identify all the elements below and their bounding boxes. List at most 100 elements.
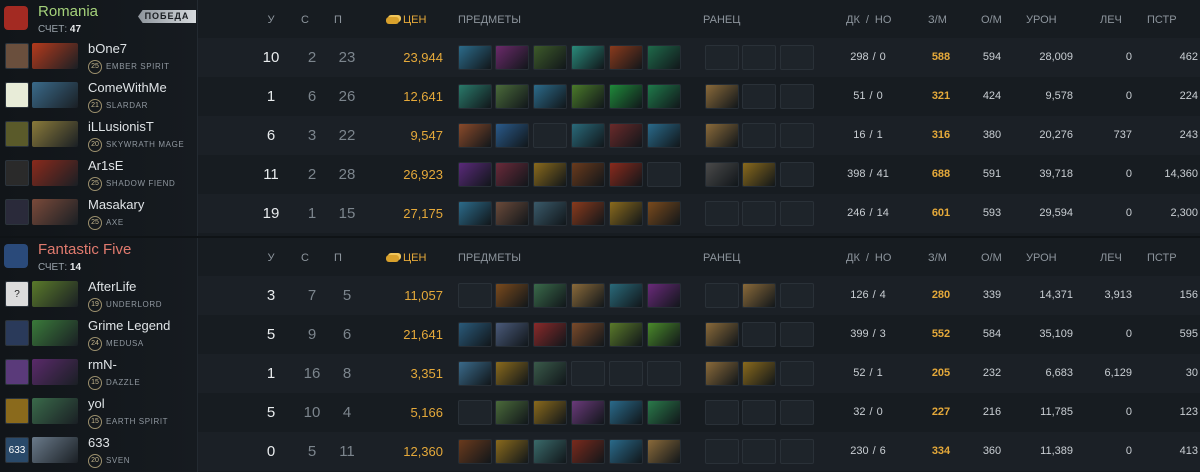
item-icon[interactable] — [647, 439, 681, 464]
item-icon[interactable] — [495, 201, 529, 226]
item-icon[interactable] — [458, 361, 492, 386]
item-icon[interactable] — [495, 439, 529, 464]
empty-backpack-slot[interactable] — [705, 439, 739, 464]
empty-backpack-slot[interactable] — [742, 439, 776, 464]
empty-item-slot[interactable] — [571, 361, 605, 386]
item-icon[interactable] — [609, 201, 643, 226]
item-icon[interactable] — [571, 439, 605, 464]
empty-backpack-slot[interactable] — [742, 123, 776, 148]
item-icon[interactable] — [571, 84, 605, 109]
player-name[interactable]: Ar1sE — [88, 158, 123, 173]
item-icon[interactable] — [495, 45, 529, 70]
item-icon[interactable] — [533, 322, 567, 347]
item-icon[interactable] — [609, 322, 643, 347]
item-icon[interactable] — [495, 361, 529, 386]
player-row[interactable]: Grime Legend 24 MEDUSA — [0, 315, 198, 354]
empty-item-slot[interactable] — [458, 283, 492, 308]
item-icon[interactable] — [458, 322, 492, 347]
item-icon[interactable] — [571, 45, 605, 70]
backpack-item-icon[interactable] — [742, 361, 776, 386]
item-icon[interactable] — [647, 400, 681, 425]
empty-item-slot[interactable] — [533, 123, 567, 148]
item-icon[interactable] — [647, 45, 681, 70]
player-name[interactable]: rmN- — [88, 357, 117, 372]
item-icon[interactable] — [533, 400, 567, 425]
item-icon[interactable] — [495, 123, 529, 148]
item-icon[interactable] — [647, 84, 681, 109]
empty-backpack-slot[interactable] — [742, 84, 776, 109]
player-row[interactable]: rmN- 15 DAZZLE — [0, 354, 198, 393]
player-name[interactable]: 633 — [88, 435, 110, 450]
empty-backpack-slot[interactable] — [780, 201, 814, 226]
player-avatar[interactable] — [5, 121, 29, 147]
item-icon[interactable] — [458, 123, 492, 148]
empty-backpack-slot[interactable] — [705, 201, 739, 226]
item-icon[interactable] — [609, 84, 643, 109]
item-icon[interactable] — [533, 84, 567, 109]
item-icon[interactable] — [533, 201, 567, 226]
item-icon[interactable] — [533, 45, 567, 70]
player-row[interactable]: 633 633 20 SVEN — [0, 432, 198, 471]
backpack-item-icon[interactable] — [705, 361, 739, 386]
empty-backpack-slot[interactable] — [780, 162, 814, 187]
item-icon[interactable] — [647, 283, 681, 308]
item-icon[interactable] — [609, 162, 643, 187]
empty-backpack-slot[interactable] — [780, 283, 814, 308]
player-avatar[interactable]: 633 — [5, 437, 29, 463]
backpack-item-icon[interactable] — [742, 283, 776, 308]
player-name[interactable]: Grime Legend — [88, 318, 170, 333]
player-row[interactable]: yol 15 EARTH SPIRIT — [0, 393, 198, 432]
empty-item-slot[interactable] — [458, 400, 492, 425]
empty-backpack-slot[interactable] — [742, 45, 776, 70]
empty-item-slot[interactable] — [647, 361, 681, 386]
item-icon[interactable] — [571, 283, 605, 308]
item-icon[interactable] — [495, 400, 529, 425]
player-name[interactable]: yol — [88, 396, 105, 411]
item-icon[interactable] — [609, 283, 643, 308]
item-icon[interactable] — [495, 322, 529, 347]
item-icon[interactable] — [533, 283, 567, 308]
item-icon[interactable] — [647, 201, 681, 226]
backpack-item-icon[interactable] — [705, 162, 739, 187]
empty-backpack-slot[interactable] — [780, 400, 814, 425]
player-avatar[interactable] — [5, 359, 29, 385]
player-avatar[interactable] — [5, 320, 29, 346]
backpack-item-icon[interactable] — [705, 84, 739, 109]
item-icon[interactable] — [458, 162, 492, 187]
player-name[interactable]: iLLusionisT — [88, 119, 154, 134]
item-icon[interactable] — [609, 439, 643, 464]
item-icon[interactable] — [609, 400, 643, 425]
player-avatar[interactable] — [5, 82, 29, 108]
empty-backpack-slot[interactable] — [780, 84, 814, 109]
item-icon[interactable] — [533, 361, 567, 386]
player-row[interactable]: bOne7 25 EMBER SPIRIT — [0, 38, 198, 77]
backpack-item-icon[interactable] — [705, 123, 739, 148]
item-icon[interactable] — [495, 162, 529, 187]
item-icon[interactable] — [458, 84, 492, 109]
item-icon[interactable] — [495, 283, 529, 308]
empty-backpack-slot[interactable] — [780, 439, 814, 464]
item-icon[interactable] — [647, 123, 681, 148]
item-icon[interactable] — [571, 400, 605, 425]
backpack-item-icon[interactable] — [705, 322, 739, 347]
player-name[interactable]: bOne7 — [88, 41, 127, 56]
player-row[interactable]: Ar1sE 25 SHADOW FIEND — [0, 155, 198, 194]
empty-backpack-slot[interactable] — [742, 201, 776, 226]
empty-backpack-slot[interactable] — [780, 45, 814, 70]
player-row[interactable]: ComeWithMe 21 SLARDAR — [0, 77, 198, 116]
item-icon[interactable] — [533, 162, 567, 187]
player-avatar[interactable]: ? — [5, 281, 29, 307]
empty-backpack-slot[interactable] — [742, 322, 776, 347]
empty-backpack-slot[interactable] — [742, 400, 776, 425]
player-row[interactable]: Masakary 25 AXE — [0, 194, 198, 233]
player-row[interactable]: ? AfterLife 19 UNDERLORD — [0, 276, 198, 315]
empty-backpack-slot[interactable] — [780, 123, 814, 148]
backpack-item-icon[interactable] — [742, 162, 776, 187]
empty-backpack-slot[interactable] — [780, 322, 814, 347]
item-icon[interactable] — [458, 201, 492, 226]
item-icon[interactable] — [495, 84, 529, 109]
player-avatar[interactable] — [5, 398, 29, 424]
item-icon[interactable] — [571, 322, 605, 347]
player-avatar[interactable] — [5, 199, 29, 225]
item-icon[interactable] — [647, 322, 681, 347]
